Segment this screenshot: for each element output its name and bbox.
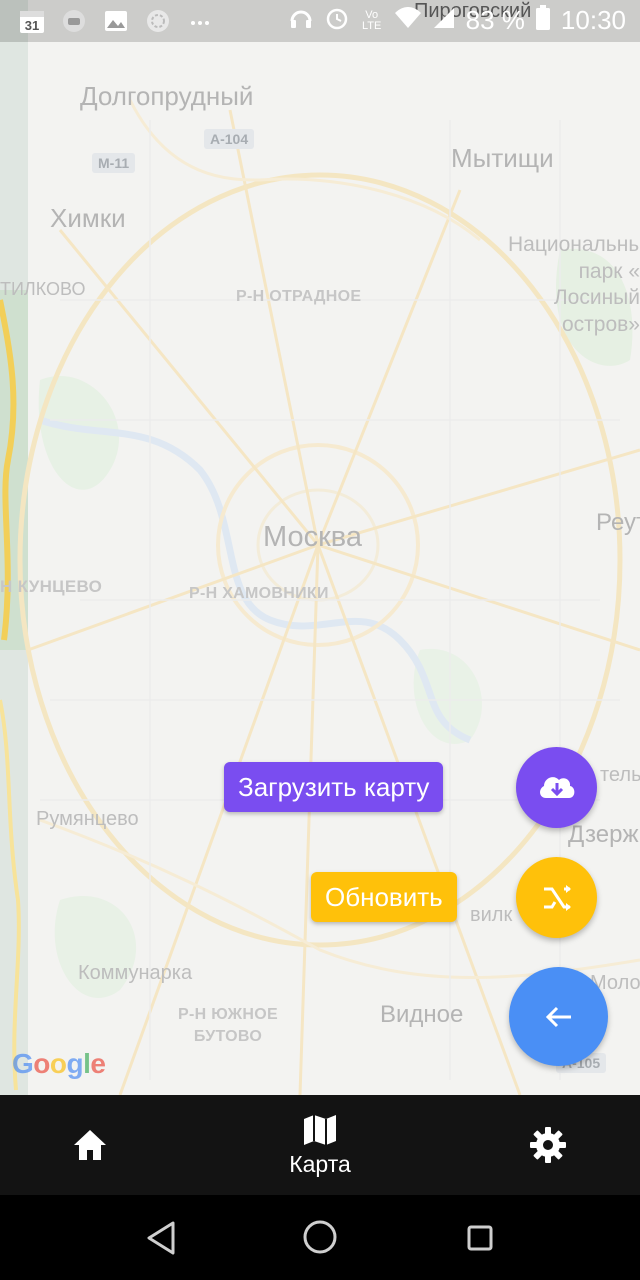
system-home-button[interactable] <box>301 1218 339 1256</box>
loading-icon <box>144 7 172 35</box>
alarm-icon <box>324 5 350 36</box>
status-time: 10:30 <box>560 5 626 35</box>
headphones-icon <box>288 5 314 36</box>
nav-label-map: Карта <box>289 1150 351 1177</box>
map-label-vidnoe: Видное <box>380 1001 464 1028</box>
calendar-icon: 31 <box>18 7 46 35</box>
map-label-kommunarka: Коммунарка <box>78 962 193 984</box>
gear-icon <box>530 1127 566 1163</box>
square-recents-icon <box>467 1225 493 1251</box>
map-label-otradnoe: Р-Н ОТРАДНОЕ <box>236 288 362 305</box>
bottom-navigation: Карта <box>0 1095 640 1195</box>
circle-home-icon <box>303 1220 337 1254</box>
battery-percent: 83 % <box>465 5 525 35</box>
nav-item-settings[interactable] <box>498 1095 598 1195</box>
more-icon <box>186 7 214 35</box>
road-badge-m11: M-11 <box>92 153 136 173</box>
volte-icon: Vo LTE <box>360 8 384 32</box>
gallery-icon <box>102 7 130 35</box>
map-label-national-park: Национальный парк « Лосиный остров» <box>508 233 640 336</box>
map-label-dzerzhinsky: Дзержин <box>568 821 640 848</box>
system-recents-button[interactable] <box>466 1224 494 1252</box>
map-label-kuntsevo: Н КУНЦЕВО <box>0 577 103 596</box>
system-back-button[interactable] <box>143 1219 179 1257</box>
cloud-download-icon <box>539 776 574 798</box>
notification-icons: 31 <box>18 7 214 35</box>
android-icon <box>60 7 88 35</box>
map-label-khimki: Химки <box>50 203 126 233</box>
battery-icon <box>535 5 551 36</box>
map-label-tushino: ТИЛКОВО <box>0 279 86 299</box>
download-map-label[interactable]: Загрузить карту <box>224 762 444 812</box>
back-fab-button[interactable] <box>509 967 608 1066</box>
triangle-back-icon <box>147 1221 175 1255</box>
arrow-left-icon <box>545 1006 571 1027</box>
nav-item-home[interactable] <box>40 1095 140 1195</box>
status-bar: Пироговский 31 Vo LTE 83 % 10:30 <box>0 0 640 42</box>
wifi-icon <box>394 6 422 35</box>
nav-item-map[interactable]: Карта <box>260 1095 380 1195</box>
google-attribution: Google <box>12 1048 106 1079</box>
home-icon <box>74 1130 106 1160</box>
refresh-button[interactable] <box>516 857 597 938</box>
refresh-label[interactable]: Обновить <box>311 872 457 922</box>
map-label-yuzhnoe-butovo: Р-Н ЮЖНОЕ БУТОВО <box>178 1006 278 1045</box>
calendar-day: 31 <box>25 18 39 33</box>
signal-icon <box>432 6 456 35</box>
download-map-button[interactable] <box>516 747 597 828</box>
map-label-dolgoprudny: Долгопрудный <box>80 81 254 111</box>
map-label-rumyantsevo: Румянцево <box>36 808 139 830</box>
road-badge-a104: A-104 <box>204 129 255 149</box>
system-status-icons: Vo LTE 83 % 10:30 <box>288 5 626 36</box>
system-navigation-bar <box>0 1195 640 1280</box>
map-icon <box>304 1114 336 1145</box>
map-label-reutov: Реут <box>596 509 640 536</box>
volte-label: Vo LTE <box>361 8 382 32</box>
map-label-kotelniki: тель <box>600 764 640 786</box>
shuffle-icon <box>543 884 571 911</box>
map-label-vilka: вилк <box>470 904 513 926</box>
map-label-khamovniki: Р-Н ХАМОВНИКИ <box>189 585 329 602</box>
map-label-mytishchi: Мытищи <box>451 143 554 173</box>
map-label-moscow: Москва <box>263 521 363 553</box>
